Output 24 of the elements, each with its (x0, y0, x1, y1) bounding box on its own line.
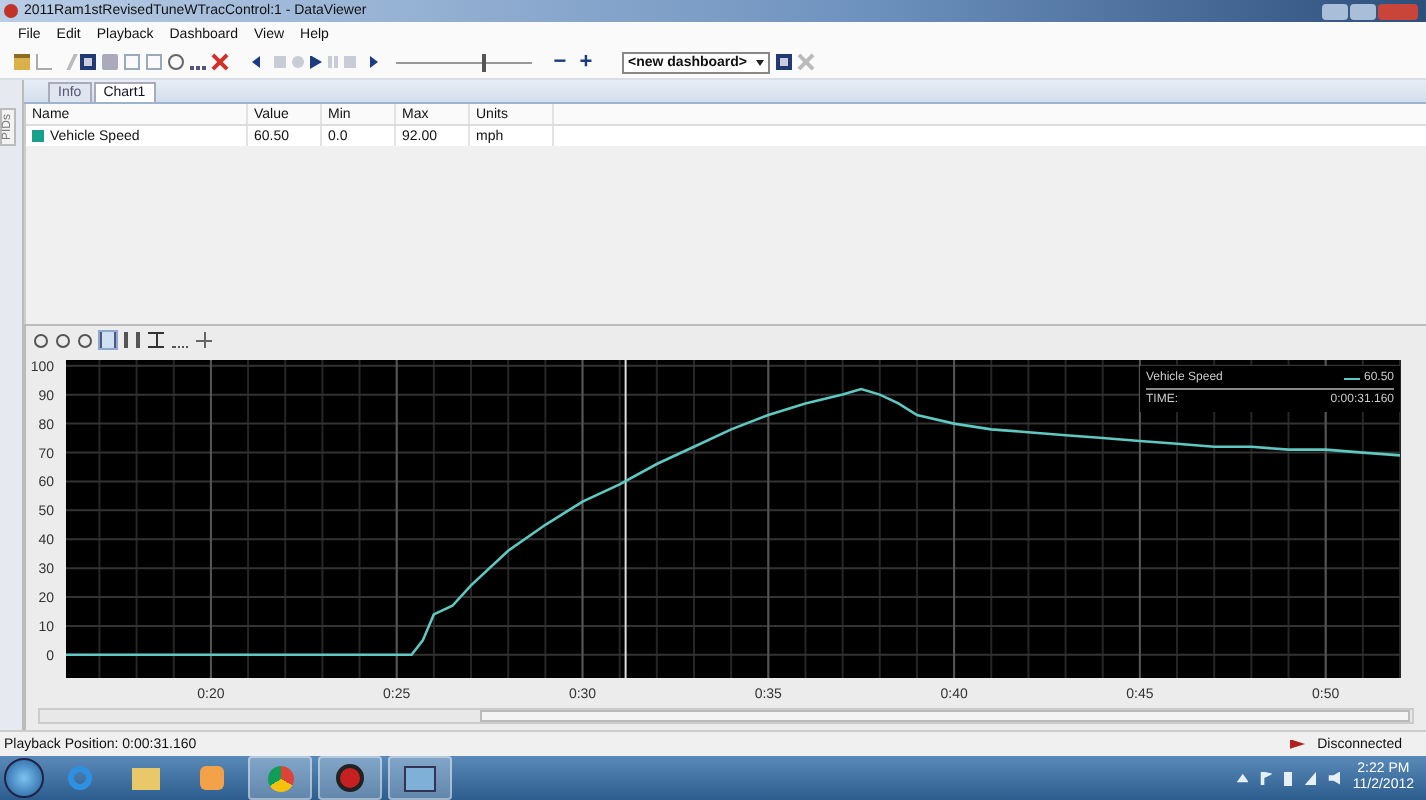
save-icon[interactable] (776, 54, 792, 70)
zoom-out-button[interactable]: − (550, 52, 570, 72)
zoom-in-button[interactable]: + (576, 52, 596, 72)
delete-icon[interactable] (212, 54, 228, 70)
legend-line-icon (1343, 377, 1360, 379)
text-cursor-icon[interactable] (148, 332, 164, 348)
horizontal-scrollbar[interactable] (38, 708, 1414, 724)
save-icon[interactable] (80, 54, 96, 70)
folder-icon[interactable] (14, 54, 30, 70)
app-icon[interactable] (318, 756, 382, 800)
crosshair-icon[interactable] (196, 332, 212, 348)
app-icon (4, 4, 18, 18)
maximize-button[interactable] (1350, 3, 1376, 19)
battery-icon[interactable] (1284, 771, 1293, 785)
minimize-button[interactable] (1322, 3, 1348, 19)
playback-cursor[interactable] (624, 359, 627, 679)
signal-icon[interactable] (1304, 771, 1317, 785)
caret-icon[interactable] (756, 59, 764, 65)
start-button[interactable] (4, 758, 44, 798)
volume-icon[interactable] (1328, 771, 1341, 785)
plug-icon (1289, 739, 1306, 749)
help-icon[interactable] (168, 54, 184, 70)
play-icon[interactable] (310, 55, 322, 69)
app-icon[interactable] (388, 756, 452, 800)
